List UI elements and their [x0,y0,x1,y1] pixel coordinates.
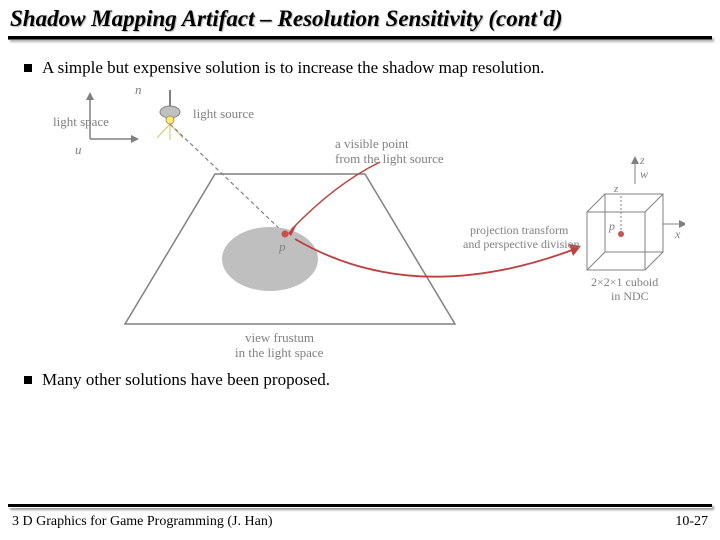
diagram-svg: light space u n light source p a visible… [35,84,685,364]
label-ndc-z: z [639,153,645,167]
label-proj-2: and perspective division [463,237,580,251]
projection-arrow: projection transform and perspective div… [295,223,581,277]
label-p: p [278,239,286,254]
light-ray [170,124,285,234]
list-item: Many other solutions have been proposed. [24,370,696,390]
label-light-space: light space [53,114,109,129]
slide-title: Shadow Mapping Artifact – Resolution Sen… [0,0,720,34]
bullet-icon [24,376,32,384]
label-frustum-1: view frustum [245,330,314,345]
bullet-icon [24,64,32,72]
bullet-text: Many other solutions have been proposed. [42,370,330,390]
bullet-list-2: Many other solutions have been proposed. [0,368,720,390]
label-proj-1: projection transform [470,223,569,237]
diagram: light space u n light source p a visible… [35,84,685,364]
footer-left-text: 3 D Graphics for Game Programming (J. Ha… [12,514,273,530]
svg-text:z: z [613,183,619,195]
label-light-source: light source [193,106,254,121]
view-frustum: p [125,174,455,324]
ndc-cuboid: z w x p z 2×2×1 cuboid in NDC [587,153,685,303]
label-frustum-2: in the light space [235,345,324,360]
bullet-list: A simple but expensive solution is to in… [0,40,720,78]
label-ndc-x: x [674,227,681,241]
label-n: n [135,84,142,97]
list-item: A simple but expensive solution is to in… [24,58,696,78]
label-visible-point-1: a visible point [335,136,409,151]
label-ndc-2: in NDC [611,289,649,303]
page-number: 10-27 [675,514,708,530]
label-visible-point-2: from the light source [335,151,444,166]
bullet-text: A simple but expensive solution is to in… [42,58,544,78]
label-u: u [75,142,82,157]
label-ndc-p: p [608,219,615,233]
light-space-axes: light space u n [53,84,142,157]
label-ndc-w: w [640,167,648,181]
footer-underline [8,504,712,508]
light-source-glyph: light source [157,90,254,140]
label-ndc-1: 2×2×1 cuboid [591,275,658,289]
annotation-visible-point: a visible point from the light source [288,136,444,236]
